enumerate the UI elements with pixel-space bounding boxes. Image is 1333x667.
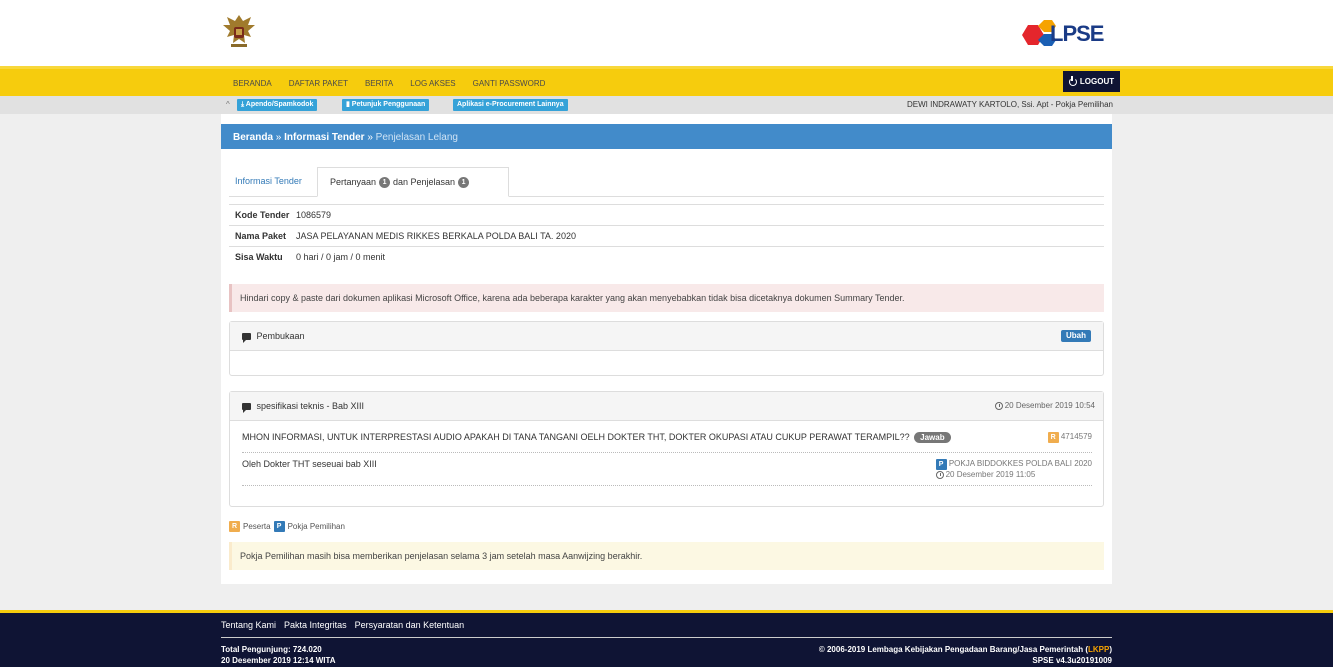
ubah-button[interactable]: Ubah xyxy=(1061,330,1091,342)
kode-tender-label: Kode Tender xyxy=(235,210,290,220)
question-count-badge: 1 xyxy=(378,177,391,189)
logout-button[interactable]: LOGOUT xyxy=(1063,71,1120,92)
table-row: Nama Paket JASA PELAYANAN MEDIS RIKKES B… xyxy=(229,225,1104,246)
aplikasi-lainnya-button[interactable]: Aplikasi e-Procurement Lainnya xyxy=(453,99,568,111)
footer-link-pakta-integritas[interactable]: Pakta Integritas xyxy=(284,620,347,630)
question-row: MHON INFORMASI, UNTUK INTERPRESTASI AUDI… xyxy=(242,432,1092,453)
answer-count-badge: 1 xyxy=(457,177,470,189)
sisa-waktu-label: Sisa Waktu xyxy=(235,252,283,262)
peserta-legend-tag: R xyxy=(229,521,240,532)
breadcrumb: Beranda » Informasi Tender » Penjelasan … xyxy=(221,124,1112,149)
thread-date: 20 Desember 2019 10:54 xyxy=(994,401,1095,410)
logged-in-user: DEWI INDRAWATY KARTOLO, Ssi. Apt - Pokja… xyxy=(907,100,1113,109)
main-content: Beranda » Informasi Tender » Penjelasan … xyxy=(221,114,1112,584)
lkpp-link[interactable]: LKPP xyxy=(1088,645,1109,654)
collapse-icon[interactable]: ^ xyxy=(226,100,230,109)
breadcrumb-separator: » xyxy=(275,132,282,143)
thread-header: spesifikasi teknis - Bab XIII 20 Desembe… xyxy=(230,392,1103,421)
pokja-legend-label: Pokja Pemilihan xyxy=(287,522,345,531)
visitor-count: Total Pengunjung: 724.020 xyxy=(221,645,322,654)
question-thread-panel: spesifikasi teknis - Bab XIII 20 Desembe… xyxy=(229,391,1104,507)
pembukaan-title: Pembukaan xyxy=(256,331,305,341)
kode-tender-value: 1086579 xyxy=(296,210,332,220)
tab-qa-middle: dan Penjelasan xyxy=(392,177,456,187)
question-text: MHON INFORMASI, UNTUK INTERPRESTASI AUDI… xyxy=(242,432,910,442)
answer-date: 20 Desember 2019 11:05 xyxy=(945,470,1036,479)
quick-links-bar: ^ ⤓ Apendo/Spamkodok ▮ Petunjuk Pengguna… xyxy=(0,96,1333,114)
answer-text: Oleh Dokter THT seseuai bab XIII xyxy=(242,459,377,469)
footer-stats: Total Pengunjung: 724.020 20 Desember 20… xyxy=(221,644,336,666)
copyright-text: © 2006-2019 Lembaga Kebijakan Pengadaan … xyxy=(818,645,1088,654)
apendo-button[interactable]: ⤓ Apendo/Spamkodok xyxy=(237,99,318,111)
footer-copyright: © 2006-2019 Lembaga Kebijakan Pengadaan … xyxy=(819,644,1112,666)
comment-icon xyxy=(242,403,251,414)
main-navbar: BERANDA DAFTAR PAKET BERITA LOG AKSES GA… xyxy=(0,66,1333,96)
clock-icon xyxy=(935,470,944,479)
pembukaan-header: Pembukaan Ubah xyxy=(230,322,1103,351)
sisa-waktu-value: 0 hari / 0 jam / 0 menit xyxy=(296,252,386,262)
lpse-logo-text: LPSE xyxy=(1050,21,1104,46)
aplikasi-lainnya-label: Aplikasi e-Procurement Lainnya xyxy=(457,101,564,108)
nav-beranda[interactable]: BERANDA xyxy=(233,79,272,88)
breadcrumb-informasi-tender[interactable]: Informasi Tender xyxy=(284,132,364,143)
nav-daftar-paket[interactable]: DAFTAR PAKET xyxy=(289,79,348,88)
pokja-legend-tag: P xyxy=(273,521,285,532)
pembukaan-panel: Pembukaan Ubah xyxy=(229,321,1104,376)
app-version: SPSE v4.3u20191009 xyxy=(1032,656,1112,665)
nav-ganti-password[interactable]: GANTI PASSWORD xyxy=(473,79,546,88)
power-icon xyxy=(1068,75,1077,86)
logout-label: LOGOUT xyxy=(1079,77,1115,86)
page-footer: Tentang Kami Pakta Integritas Persyarata… xyxy=(0,610,1333,667)
participant-id: 4714579 xyxy=(1060,432,1092,441)
thread-date-text: 20 Desember 2019 10:54 xyxy=(1004,401,1095,410)
apendo-label: Apendo/Spamkodok xyxy=(245,101,314,108)
comment-icon xyxy=(242,333,251,344)
footer-link-persyaratan[interactable]: Persyaratan dan Ketentuan xyxy=(355,620,465,630)
aanwijzing-notice: Pokja Pemilihan masih bisa memberikan pe… xyxy=(229,542,1104,570)
footer-datetime: 20 Desember 2019 12:14 WITA xyxy=(221,656,336,665)
participant-meta: R 4714579 xyxy=(1047,432,1092,443)
tab-informasi-tender[interactable]: Informasi Tender xyxy=(229,167,308,197)
clock-icon xyxy=(994,401,1003,410)
nama-paket-label: Nama Paket xyxy=(235,231,287,241)
tab-bar: Informasi Tender Pertanyaan 1 dan Penjel… xyxy=(229,167,1104,197)
breadcrumb-current: Penjelasan Lelang xyxy=(375,132,458,143)
nama-paket-value: JASA PELAYANAN MEDIS RIKKES BERKALA POLD… xyxy=(296,231,576,241)
nav-log-akses[interactable]: LOG AKSES xyxy=(410,79,455,88)
top-header: LPSE xyxy=(0,0,1333,66)
thread-title: spesifikasi teknis - Bab XIII xyxy=(256,401,365,411)
role-legend: R Peserta P Pokja Pemilihan xyxy=(229,521,345,532)
answer-meta: P POKJA BIDDOKKES POLDA BALI 2020 20 Des… xyxy=(935,459,1092,479)
breadcrumb-separator: » xyxy=(367,132,373,143)
breadcrumb-home[interactable]: Beranda xyxy=(233,132,273,143)
nav-berita[interactable]: BERITA xyxy=(365,79,393,88)
nav-menu: BERANDA DAFTAR PAKET BERITA LOG AKSES GA… xyxy=(233,79,545,88)
footer-links: Tentang Kami Pakta Integritas Persyarata… xyxy=(221,620,464,630)
copy-paste-warning: Hindari copy & paste dari dokumen aplika… xyxy=(229,284,1104,312)
garuda-emblem-icon xyxy=(223,15,255,47)
pokja-tag: P xyxy=(935,459,947,470)
tab-pertanyaan-penjelasan[interactable]: Pertanyaan 1 dan Penjelasan 1 xyxy=(317,167,509,197)
footer-link-tentang-kami[interactable]: Tentang Kami xyxy=(221,620,276,630)
footer-divider xyxy=(221,637,1112,638)
tender-info-table: Kode Tender 1086579 Nama Paket JASA PELA… xyxy=(229,204,1104,267)
answer-row: Oleh Dokter THT seseuai bab XIII P POKJA… xyxy=(242,459,1092,486)
copyright-close: ) xyxy=(1109,645,1112,654)
petunjuk-button[interactable]: ▮ Petunjuk Penggunaan xyxy=(342,99,430,111)
answer-author: POKJA BIDDOKKES POLDA BALI 2020 xyxy=(948,459,1092,468)
petunjuk-label: Petunjuk Penggunaan xyxy=(351,101,426,108)
table-row: Sisa Waktu 0 hari / 0 jam / 0 menit xyxy=(229,246,1104,267)
table-row: Kode Tender 1086579 xyxy=(229,204,1104,225)
tab-qa-label: Pertanyaan xyxy=(330,177,377,187)
jawab-button[interactable]: Jawab xyxy=(914,432,951,443)
peserta-tag: R xyxy=(1047,432,1059,443)
peserta-legend-label: Peserta xyxy=(243,522,271,531)
